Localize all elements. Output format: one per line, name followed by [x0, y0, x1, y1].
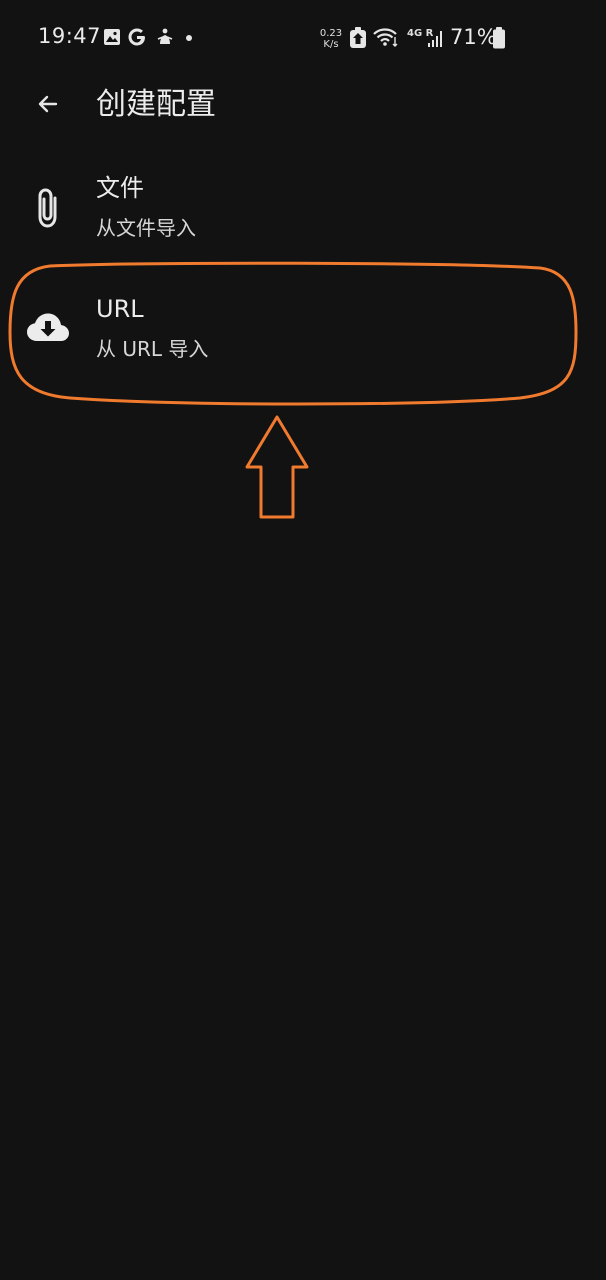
vpn-icon — [350, 27, 366, 48]
cloud-download-icon — [27, 313, 69, 341]
page-title: 创建配置 — [96, 87, 216, 122]
app-bar: 创建配置 — [0, 78, 606, 134]
gallery-icon — [104, 29, 120, 45]
battery-icon — [493, 27, 505, 49]
network-speed: 0.23 K/s — [318, 28, 344, 50]
option-title: URL — [96, 295, 144, 323]
google-icon — [128, 28, 145, 46]
battery-percentage: 71% — [450, 25, 497, 49]
wifi-icon — [373, 28, 398, 47]
app-icon — [157, 28, 173, 44]
paperclip-icon — [38, 188, 57, 228]
import-from-url-option[interactable]: URL 从 URL 导入 — [0, 270, 606, 380]
status-bar: 19:47 0.23 K/s 4G R 71% — [0, 0, 606, 78]
arrow-back-icon[interactable] — [34, 90, 62, 118]
option-subtitle: 从文件导入 — [96, 216, 196, 240]
dot-icon — [186, 35, 192, 41]
option-title: 文件 — [96, 174, 144, 202]
network-speed-value: 0.23 — [319, 28, 343, 39]
arrow-up-icon — [245, 415, 309, 519]
signal-icon — [428, 31, 442, 47]
network-speed-unit: K/s — [323, 39, 339, 50]
status-time: 19:47 — [38, 24, 102, 48]
import-from-file-option[interactable]: 文件 从文件导入 — [0, 150, 606, 260]
option-subtitle: 从 URL 导入 — [96, 337, 209, 361]
